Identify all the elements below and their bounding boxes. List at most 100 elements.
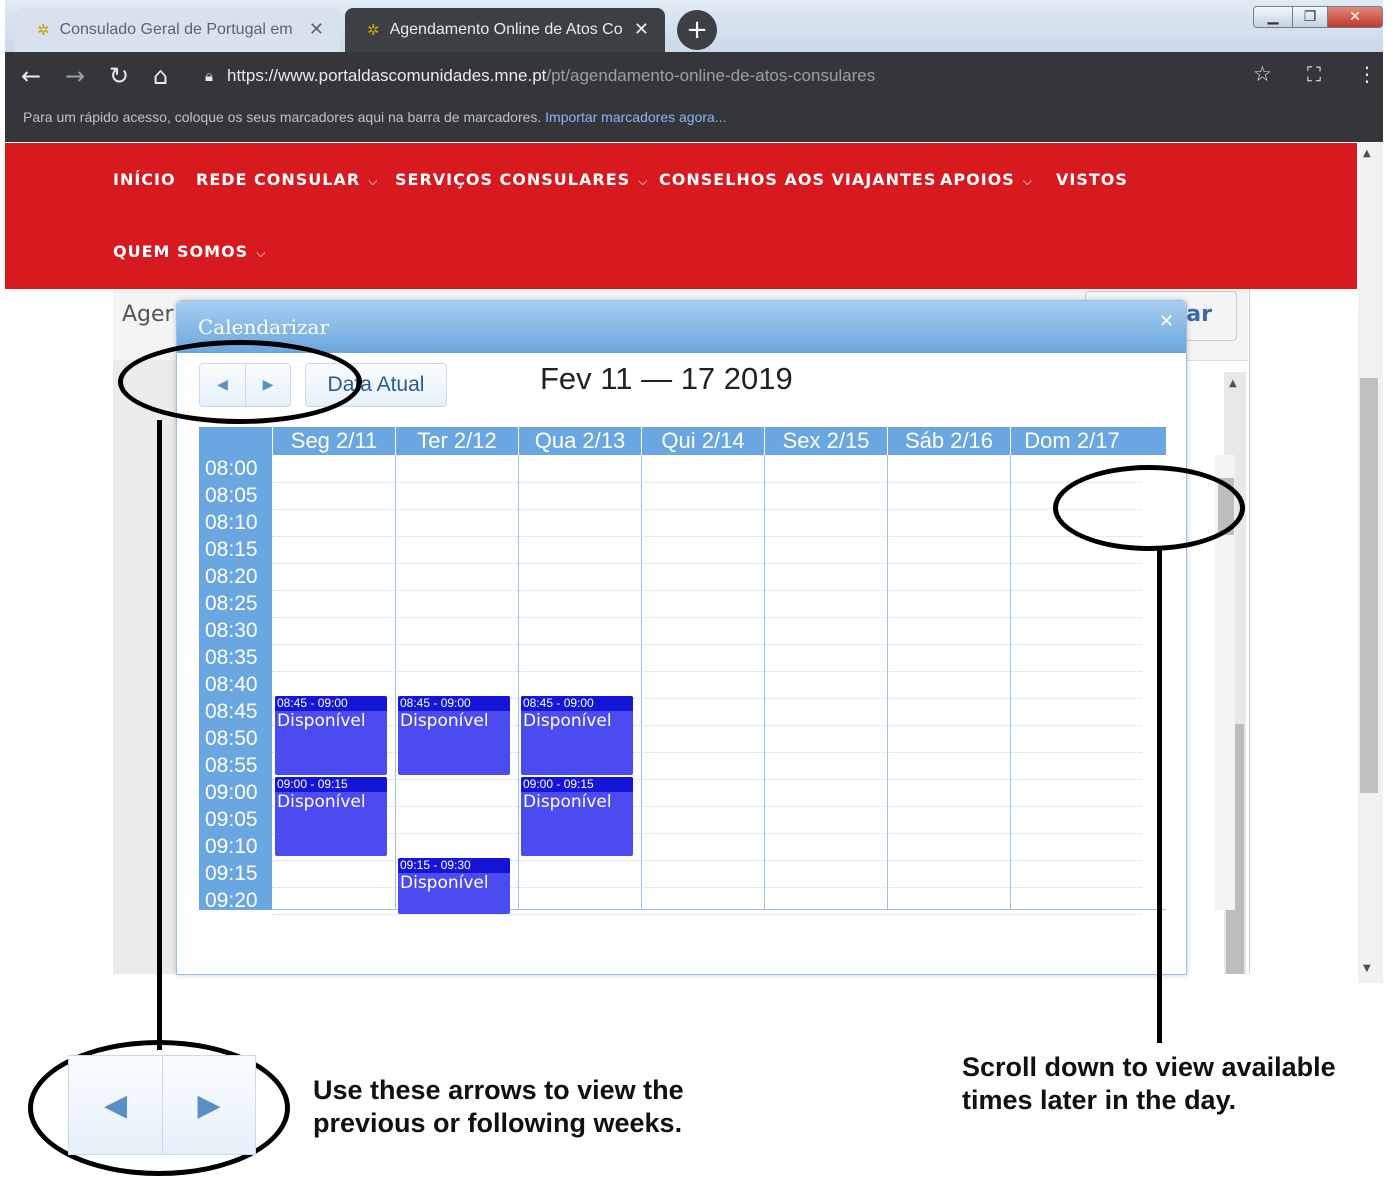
time-grid-line [272, 833, 1142, 834]
time-slot-label: 08:45 [205, 700, 258, 723]
scroll-highlight-ellipse [1053, 465, 1245, 551]
day-header: Sex 2/15 [764, 427, 887, 455]
browser-toolbar: ← → ↻ ⌂ 🔒︎ https://www.portaldascomunida… [5, 52, 1383, 100]
available-slot[interactable]: 08:45 - 09:00 Disponível [275, 696, 387, 775]
nav-servicos-consulares[interactable]: SERVIÇOS CONSULARES ⌵ [395, 170, 648, 189]
slot-status: Disponível [400, 711, 489, 731]
time-grid-line [272, 482, 1142, 483]
time-slot-label: 09:05 [205, 808, 258, 831]
slot-status: Disponível [277, 711, 366, 731]
time-grid-line [272, 779, 1142, 780]
scroll-down-icon[interactable]: ▼ [1363, 963, 1371, 974]
day-header: Ter 2/12 [395, 427, 518, 455]
slot-time: 09:00 - 09:15 [275, 777, 387, 792]
slot-time: 08:45 - 09:00 [521, 696, 633, 711]
chevron-down-icon: ⌵ [256, 246, 267, 260]
tab-close-icon[interactable]: ✕ [634, 19, 649, 40]
circle-arrow-right-icon: ▶ [197, 1087, 221, 1123]
incognito-icon[interactable]: ⛶ [1307, 62, 1321, 86]
nav-vistos[interactable]: VISTOS [1056, 170, 1128, 189]
nav-rede-consular[interactable]: REDE CONSULAR ⌵ [196, 170, 378, 189]
available-slot[interactable]: 09:00 - 09:15 Disponível [521, 777, 633, 856]
close-icon[interactable]: ✕ [1159, 311, 1174, 332]
available-slot[interactable]: 09:15 - 09:30 Disponível [398, 858, 510, 914]
time-column: 08:00 08:05 08:10 08:15 08:20 08:25 08:30 08:35… [199, 455, 272, 912]
time-slot-label: 08:40 [205, 673, 258, 696]
browser-tab-strip: ✲ Consulado Geral de Portugal em ✕ ✲ Age… [5, 0, 1383, 52]
url-path: /pt/agendamento-online-de-atos-consulare… [546, 66, 876, 85]
url-host: https://www.portaldascomunidades.mne.pt [226, 66, 547, 85]
calendar-grid[interactable]: 08:45 - 09:00 Disponível 09:00 - 09:15 Disp… [272, 455, 1235, 915]
available-slot[interactable]: 08:45 - 09:00 Disponível [521, 696, 633, 775]
back-arrow-icon[interactable]: ← [21, 62, 41, 90]
scroll-up-icon[interactable]: ▲ [1363, 148, 1371, 159]
zoomed-previous-week-button: ◀ [69, 1056, 162, 1154]
scroll-up-icon[interactable]: ▲ [1229, 378, 1237, 389]
available-slot[interactable]: 09:00 - 09:15 Disponível [275, 777, 387, 856]
import-bookmarks-link[interactable]: Importar marcadores agora... [545, 109, 726, 125]
slot-time: 09:15 - 09:30 [398, 858, 510, 873]
day-header: Qua 2/13 [518, 427, 641, 455]
time-grid-line [272, 671, 1142, 672]
reload-icon[interactable]: ↻ [109, 62, 129, 90]
new-tab-button[interactable]: + [677, 10, 717, 50]
day-header: Qui 2/14 [641, 427, 764, 455]
scroll-callout-line [1157, 548, 1162, 1043]
arrows-highlight-ellipse [118, 340, 362, 424]
arrows-note: Use these arrows to view the previous or… [313, 1075, 684, 1138]
nav-apoios[interactable]: APOIOS ⌵ [940, 170, 1033, 189]
nav-conselhos-aos-viajantes[interactable]: CONSELHOS AOS VIAJANTES [659, 170, 936, 189]
window-close-button[interactable]: ✕ [1327, 6, 1383, 28]
time-slot-label: 08:55 [205, 754, 258, 777]
time-slot-label: 09:15 [205, 862, 258, 885]
window-maximize-button[interactable]: ❐ [1292, 6, 1328, 28]
lock-icon: 🔒︎ [205, 67, 213, 85]
time-slot-label: 08:30 [205, 619, 258, 642]
day-column-line [887, 455, 888, 910]
day-header: Sáb 2/16 [887, 427, 1010, 455]
time-grid-line [272, 914, 1142, 915]
address-bar[interactable]: 🔒︎ https://www.portaldascomunidades.mne.… [205, 60, 1305, 92]
arrows-callout-line [157, 420, 162, 1050]
day-header: Seg 2/11 [272, 427, 395, 455]
time-grid-line [272, 590, 1142, 591]
time-slot-label: 08:25 [205, 592, 258, 615]
slot-status: Disponível [523, 792, 612, 812]
time-grid-line [272, 644, 1142, 645]
time-grid-line [272, 509, 1142, 510]
forward-arrow-icon[interactable]: → [65, 62, 85, 90]
time-slot-label: 08:10 [205, 511, 258, 534]
zoomed-week-nav-buttons: ◀ ▶ [68, 1055, 256, 1155]
browser-tab[interactable]: ✲ Consulado Geral de Portugal em ✕ [15, 8, 340, 52]
bookmarks-bar: Para um rápido acesso, coloque os seus m… [5, 100, 1383, 142]
menu-dots-icon[interactable]: ⋮ [1357, 62, 1377, 86]
site-favicon-icon: ✲ [37, 22, 50, 39]
tab-close-icon[interactable]: ✕ [309, 19, 324, 40]
browser-tab-active[interactable]: ✲ Agendamento Online de Atos Co ✕ [345, 8, 665, 52]
tab-label: Consulado Geral de Portugal em [59, 21, 293, 38]
available-slot[interactable]: 08:45 - 09:00 Disponível [398, 696, 510, 775]
window-minimize-button[interactable]: ▁ [1253, 6, 1293, 28]
slot-time: 08:45 - 09:00 [398, 696, 510, 711]
dialog-header: Calendarizar ✕ [177, 301, 1186, 353]
week-calendar: Seg 2/11 Ter 2/12 Qua 2/13 Qui 2/14 Sex 2/15… [199, 427, 1235, 915]
page-scrollbar[interactable]: ▲ ▼ [1358, 143, 1383, 983]
time-slot-label: 09:10 [205, 835, 258, 858]
bookmark-star-icon[interactable]: ☆ [1253, 62, 1272, 86]
dialog-title: Calendarizar [198, 315, 330, 339]
nav-inicio[interactable]: INÍCIO [113, 170, 176, 189]
page-scrollbar-thumb[interactable] [1360, 378, 1378, 793]
chevron-down-icon: ⌵ [1022, 174, 1033, 188]
home-icon[interactable]: ⌂ [153, 62, 168, 90]
slot-time: 08:45 - 09:00 [275, 696, 387, 711]
time-slot-label: 08:00 [205, 457, 258, 480]
slot-status: Disponível [277, 792, 366, 812]
time-slot-label: 08:15 [205, 538, 258, 561]
tab-label: Agendamento Online de Atos Co [389, 21, 623, 38]
nav-quem-somos[interactable]: QUEM SOMOS ⌵ [113, 242, 266, 261]
week-title: Fev 11 — 17 2019 [540, 361, 793, 396]
day-column-line [764, 455, 765, 910]
time-slot-label: 08:20 [205, 565, 258, 588]
time-slot-label: 08:50 [205, 727, 258, 750]
day-column-line [395, 455, 396, 910]
